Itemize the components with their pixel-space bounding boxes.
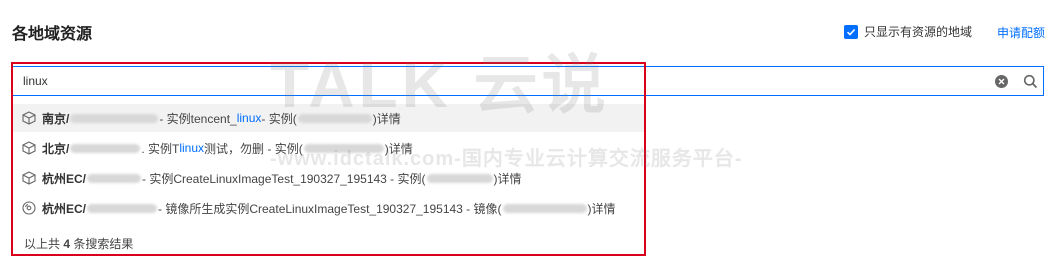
result-keyword: linux	[179, 141, 205, 155]
result-keyword: linux	[236, 111, 262, 125]
result-text: - 镜像所生成实例CreateLinuxImageTest_190327_195…	[158, 201, 502, 216]
search-results-dropdown: 南京/ - 实例tencent_ linux - 实例( )详情 北京/ . 实…	[12, 97, 645, 255]
result-region: 杭州EC/	[42, 171, 87, 186]
results-summary: 以上共 4 条搜索结果	[24, 235, 133, 252]
redacted-text	[87, 173, 142, 183]
disc-icon	[22, 201, 36, 215]
summary-prefix: 以上共	[24, 237, 64, 251]
search-icon[interactable]	[1023, 74, 1038, 94]
summary-suffix: 条搜索结果	[70, 237, 134, 251]
search-result-item[interactable]: 南京/ - 实例tencent_ linux - 实例( )详情	[12, 104, 645, 132]
cube-icon	[22, 141, 36, 155]
redacted-text	[303, 143, 384, 153]
filter-label: 只显示有资源的地域	[864, 25, 973, 39]
search-box[interactable]	[12, 66, 1044, 96]
result-text: - 实例tencent_	[159, 111, 237, 126]
redacted-text	[70, 143, 141, 153]
redacted-text	[426, 173, 493, 183]
redacted-text	[70, 113, 159, 123]
redacted-text	[502, 203, 587, 213]
cube-icon	[22, 171, 36, 185]
search-result-item[interactable]: 杭州EC/ - 实例CreateLinuxImageTest_190327_19…	[12, 164, 645, 192]
redacted-text	[297, 113, 372, 123]
resource-filter[interactable]: 只显示有资源的地域	[844, 23, 972, 40]
checkbox-checked-icon[interactable]	[844, 24, 858, 39]
clear-icon[interactable]	[995, 75, 1008, 88]
result-text: )详情	[493, 171, 522, 186]
result-text: )详情	[372, 111, 401, 126]
apply-quota-link[interactable]: 申请配额	[997, 24, 1045, 41]
result-text: . 实例T	[141, 141, 180, 156]
result-text: - 实例(	[261, 111, 297, 126]
result-region: 杭州EC/	[42, 201, 87, 216]
result-text: - 实例CreateLinuxImageTest_190327_195143 -…	[142, 171, 426, 186]
result-region: 北京/	[42, 141, 70, 156]
result-text: )详情	[587, 201, 616, 216]
result-region: 南京/	[42, 111, 70, 126]
search-result-item[interactable]: 北京/ . 实例T linux 测试，勿删 - 实例( )详情	[12, 134, 645, 162]
cube-icon	[22, 111, 36, 125]
result-text: )详情	[384, 141, 413, 156]
redacted-text	[87, 203, 158, 213]
search-input[interactable]	[23, 67, 923, 95]
result-text: 测试，勿删 - 实例(	[204, 141, 303, 156]
search-result-item[interactable]: 杭州EC/ - 镜像所生成实例CreateLinuxImageTest_1903…	[12, 194, 645, 222]
page-title: 各地域资源	[12, 26, 93, 43]
